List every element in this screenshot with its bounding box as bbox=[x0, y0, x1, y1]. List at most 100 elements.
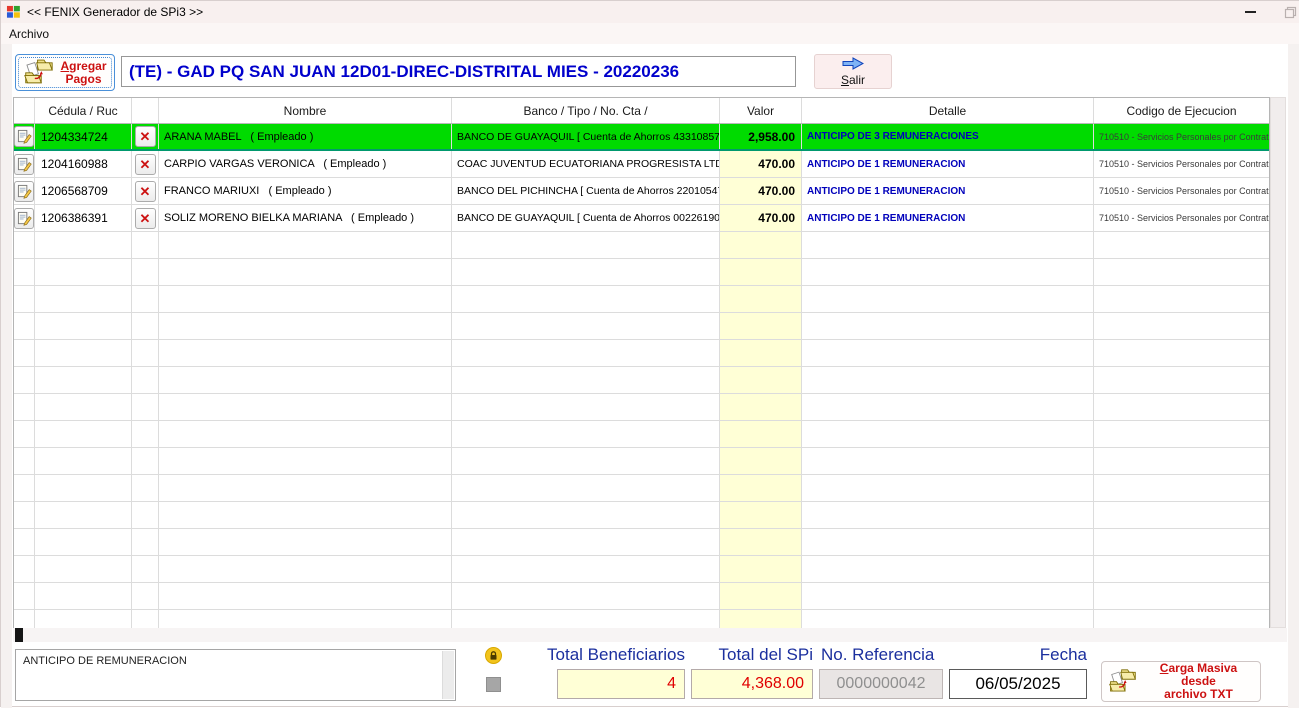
window-title: << FENIX Generador de SPi3 >> bbox=[27, 5, 203, 19]
menu-bar: Archivo bbox=[1, 23, 1299, 44]
valor-value bbox=[720, 259, 802, 285]
delete-cell: ✕ bbox=[132, 151, 159, 177]
payments-grid: Cédula / Ruc Nombre Banco / Tipo / No. C… bbox=[13, 97, 1270, 629]
delete-cell bbox=[132, 556, 159, 582]
valor-value bbox=[720, 394, 802, 420]
edit-cell bbox=[14, 151, 35, 177]
delete-row-button[interactable]: ✕ bbox=[135, 154, 156, 175]
delete-cell: ✕ bbox=[132, 205, 159, 231]
table-row[interactable]: 1206386391✕SOLIZ MORENO BIELKA MARIANA (… bbox=[14, 205, 1269, 232]
detalle-value bbox=[802, 610, 1094, 629]
vertical-scrollbar[interactable] bbox=[1270, 97, 1286, 628]
edit-row-button[interactable] bbox=[14, 208, 34, 229]
edit-row-button[interactable] bbox=[14, 126, 34, 147]
edit-cell bbox=[14, 232, 35, 258]
cedula-value bbox=[35, 610, 132, 629]
edit-cell bbox=[14, 502, 35, 528]
banco-value bbox=[452, 313, 720, 339]
window-icon bbox=[6, 5, 21, 19]
banco-value: BANCO DE GUAYAQUIL [ Cuenta de Ahorros 4… bbox=[452, 124, 720, 149]
edit-cell bbox=[14, 394, 35, 420]
codigo-value bbox=[1094, 556, 1269, 582]
banco-value bbox=[452, 421, 720, 447]
banco-value bbox=[452, 367, 720, 393]
codigo-value bbox=[1094, 421, 1269, 447]
empty-table-row bbox=[14, 313, 1269, 340]
minimize-button[interactable] bbox=[1233, 1, 1267, 23]
edit-cell bbox=[14, 421, 35, 447]
delete-cell bbox=[132, 313, 159, 339]
grid-header-row: Cédula / Ruc Nombre Banco / Tipo / No. C… bbox=[14, 98, 1269, 124]
codigo-value bbox=[1094, 502, 1269, 528]
nota-textarea[interactable]: ANTICIPO DE REMUNERACION bbox=[15, 649, 456, 701]
fenix-window: { "window": { "title": "<< FENIX Generad… bbox=[0, 0, 1299, 707]
edit-cell bbox=[14, 178, 35, 204]
cedula-value bbox=[35, 502, 132, 528]
edit-row-icon bbox=[17, 211, 32, 226]
edit-row-icon bbox=[17, 157, 32, 172]
nota-scrollbar[interactable] bbox=[442, 651, 454, 699]
total-spi-label: Total del SPi bbox=[653, 645, 813, 665]
total-spi-field: 4,368.00 bbox=[691, 669, 813, 699]
nombre-value: CARPIO VARGAS VERONICA ( Empleado ) bbox=[159, 151, 452, 177]
agregar-pagos-button[interactable]: AgregarPagos bbox=[15, 54, 115, 91]
cedula-value bbox=[35, 448, 132, 474]
valor-value bbox=[720, 286, 802, 312]
cedula-value: 1204334724 bbox=[35, 124, 132, 149]
edit-row-button[interactable] bbox=[14, 181, 34, 202]
nombre-value bbox=[159, 583, 452, 609]
detalle-value bbox=[802, 313, 1094, 339]
nombre-value bbox=[159, 340, 452, 366]
edit-cell bbox=[14, 556, 35, 582]
valor-value bbox=[720, 232, 802, 258]
cedula-value bbox=[35, 583, 132, 609]
table-row[interactable]: 1204334724✕ARANA MABEL ( Empleado )BANCO… bbox=[14, 124, 1269, 151]
empty-table-row bbox=[14, 394, 1269, 421]
fecha-field[interactable]: 06/05/2025 bbox=[949, 669, 1087, 699]
edit-row-button[interactable] bbox=[14, 154, 34, 175]
valor-value bbox=[720, 367, 802, 393]
delete-row-button[interactable]: ✕ bbox=[135, 208, 156, 229]
nombre-value bbox=[159, 502, 452, 528]
edit-cell bbox=[14, 313, 35, 339]
detalle-value bbox=[802, 394, 1094, 420]
banco-value bbox=[452, 286, 720, 312]
delete-cell bbox=[132, 394, 159, 420]
codigo-value bbox=[1094, 610, 1269, 629]
cedula-value bbox=[35, 394, 132, 420]
codigo-value bbox=[1094, 367, 1269, 393]
codigo-value bbox=[1094, 448, 1269, 474]
table-row[interactable]: 1206568709✕FRANCO MARIUXI ( Empleado )BA… bbox=[14, 178, 1269, 205]
horizontal-scrollbar-thumb[interactable] bbox=[15, 628, 23, 642]
edit-row-icon bbox=[17, 184, 32, 199]
header-nombre: Nombre bbox=[159, 98, 452, 123]
empty-table-row bbox=[14, 340, 1269, 367]
salir-button[interactable]: Salir bbox=[814, 54, 892, 89]
nombre-value bbox=[159, 313, 452, 339]
restore-button[interactable] bbox=[1275, 1, 1299, 23]
cedula-value bbox=[35, 313, 132, 339]
spi-title-field[interactable]: (TE) - GAD PQ SAN JUAN 12D01-DIREC-DISTR… bbox=[121, 56, 796, 87]
empty-table-row bbox=[14, 502, 1269, 529]
codigo-value bbox=[1094, 340, 1269, 366]
cedula-value bbox=[35, 529, 132, 555]
banco-value bbox=[452, 556, 720, 582]
cedula-value bbox=[35, 286, 132, 312]
delete-cell bbox=[132, 232, 159, 258]
delete-row-button[interactable]: ✕ bbox=[135, 181, 156, 202]
codigo-value: 710510 - Servicios Personales por Contra… bbox=[1094, 151, 1269, 177]
valor-value: 470.00 bbox=[720, 205, 802, 231]
empty-table-row bbox=[14, 610, 1269, 629]
table-row[interactable]: 1204160988✕CARPIO VARGAS VERONICA ( Empl… bbox=[14, 151, 1269, 178]
gray-indicator-button[interactable] bbox=[486, 677, 501, 692]
fecha-label: Fecha bbox=[927, 645, 1087, 665]
valor-value bbox=[720, 529, 802, 555]
delete-x-icon: ✕ bbox=[140, 130, 151, 143]
delete-row-button[interactable]: ✕ bbox=[135, 126, 156, 147]
cedula-value: 1206386391 bbox=[35, 205, 132, 231]
carga-masiva-button[interactable]: Carga Masiva desdearchivo TXT bbox=[1101, 661, 1261, 702]
valor-value bbox=[720, 421, 802, 447]
menu-item-archivo[interactable]: Archivo bbox=[1, 25, 57, 43]
detalle-value: ANTICIPO DE 1 REMUNERACION bbox=[802, 205, 1094, 231]
horizontal-scrollbar[interactable] bbox=[13, 628, 1287, 642]
